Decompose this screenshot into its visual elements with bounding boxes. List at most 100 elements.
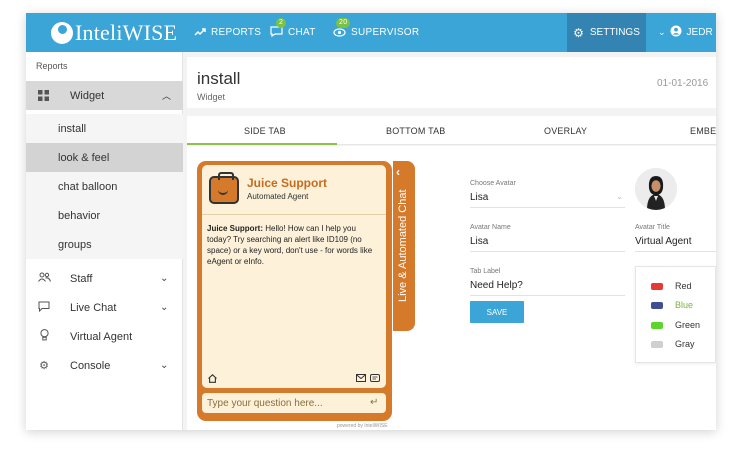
avatar-name-value: Lisa [470, 236, 489, 247]
email-icon[interactable] [356, 374, 366, 384]
avatar-name-input[interactable]: Lisa [470, 236, 625, 252]
sidebar-subitem-chat-balloon[interactable]: chat balloon [26, 172, 183, 201]
color-option-gray[interactable]: Gray [651, 337, 695, 351]
color-name: Green [675, 320, 701, 330]
widget-tabs: SIDE TAB BOTTOM TAB OVERLAY EMBE [187, 116, 716, 145]
sidebar-item-console[interactable]: ⚙ Console ⌄ [26, 351, 183, 380]
chevron-down-icon: ⌄ [160, 302, 169, 313]
nav-reports[interactable]: REPORTS [194, 13, 261, 52]
inteliwise-logo-icon [51, 22, 73, 44]
lightbulb-icon [38, 329, 50, 344]
enter-icon[interactable]: ↵ [370, 397, 378, 408]
people-icon [38, 272, 51, 285]
tab-bottom-tab[interactable]: BOTTOM TAB [386, 116, 446, 145]
avatar-title-value: Virtual Agent [635, 236, 692, 247]
chat-widget-preview: ‹ Live & Automated Chat Juice Support Au… [197, 161, 415, 429]
sidebar-subitem-label: chat balloon [58, 180, 118, 193]
date-display[interactable]: 01-01-2016 [657, 78, 708, 89]
color-swatch [651, 340, 663, 348]
briefcase-avatar-icon [209, 172, 239, 204]
top-bar: InteliWISE REPORTS 2 CHAT 20 SUPERVISOR … [26, 13, 716, 52]
sidebar-subitem-label: look & feel [58, 151, 110, 164]
sidebar-item-live-chat[interactable]: Live Chat ⌄ [26, 293, 183, 322]
brand-logo[interactable]: InteliWISE [51, 20, 177, 46]
avatar-title-input[interactable]: Virtual Agent [635, 236, 716, 252]
tab-overlay[interactable]: OVERLAY [544, 116, 587, 145]
sidebar-item-label: Widget [70, 89, 105, 102]
sidebar-item-label: Console [70, 359, 111, 372]
nav-supervisor-label: SUPERVISOR [351, 27, 420, 38]
sidebar-item-label: Live Chat [70, 301, 117, 314]
sidebar-section-title: Reports [36, 61, 68, 71]
sidebar-subitem-look-and-feel[interactable]: look & feel [26, 143, 183, 172]
chevron-down-icon: ⌄ [160, 360, 169, 371]
chat-question-input[interactable]: Type your question here... ↵ [202, 393, 386, 413]
sidebar-subitem-label: install [58, 122, 87, 135]
sidebar-item-label: Virtual Agent [70, 330, 133, 343]
color-option-blue[interactable]: Blue [651, 298, 693, 312]
chevron-left-icon: ‹ [396, 165, 400, 179]
gear-icon: ⚙ [573, 25, 584, 40]
page-title: install [197, 69, 241, 88]
color-name: Blue [675, 300, 694, 310]
choose-avatar-value: Lisa [470, 192, 489, 203]
sidebar-subitem-groups[interactable]: groups [26, 230, 183, 259]
chat-input-placeholder: Type your question here... [207, 397, 323, 409]
save-button[interactable]: SAVE [470, 301, 524, 323]
avatar-title-label: Avatar Title [635, 224, 670, 231]
chevron-up-icon: ︿ [162, 91, 172, 101]
chat-bubble-icon: 2 [270, 17, 287, 40]
chat-footer [207, 374, 382, 386]
brand-name: InteliWISE [75, 20, 178, 45]
sidebar: Reports Widget ︿ install look & feel cha… [26, 52, 183, 430]
tab-content: ‹ Live & Automated Chat Juice Support Au… [187, 146, 716, 430]
tab-label-value: Need Help? [470, 280, 523, 291]
page-header: install Widget 01-01-2016 [187, 57, 716, 108]
tab-label-label: Tab Label [470, 268, 501, 275]
color-swatch [651, 301, 663, 309]
nav-supervisor[interactable]: 20 SUPERVISOR [333, 13, 419, 52]
sidebar-item-virtual-agent[interactable]: Virtual Agent [26, 322, 183, 351]
powered-by: powered by InteliWISE [337, 423, 388, 429]
sidebar-subitem-behavior[interactable]: behavior [26, 201, 183, 230]
tab-side-tab[interactable]: SIDE TAB [244, 116, 286, 145]
color-options: Red Blue Green Gray [635, 266, 716, 363]
choose-avatar-select[interactable]: Lisa ⌄ [470, 192, 625, 208]
chat-message: Juice Support: Hello! How can I help you… [207, 223, 382, 267]
chat-count-badge: 2 [276, 17, 287, 28]
color-option-green[interactable]: Green [651, 318, 700, 332]
breadcrumb: Widget [197, 92, 226, 102]
user-icon [670, 25, 682, 40]
color-name: Gray [675, 339, 695, 349]
avatar-image[interactable] [635, 168, 677, 210]
nav-chat-label: CHAT [288, 27, 316, 38]
chat-icon[interactable] [370, 374, 380, 384]
sidebar-subitem-label: behavior [58, 209, 101, 222]
tab-label-input[interactable]: Need Help? [470, 280, 625, 296]
trend-chart-icon [194, 26, 206, 40]
sidebar-subitem-label: groups [58, 238, 92, 251]
chevron-down-icon: ⌄ [160, 273, 169, 284]
active-tab-indicator [187, 143, 337, 145]
chat-side-tab[interactable]: ‹ Live & Automated Chat [393, 161, 415, 331]
choose-avatar-label: Choose Avatar [470, 180, 516, 187]
color-option-red[interactable]: Red [651, 279, 692, 293]
chat-agent-name: Juice Support [247, 176, 328, 190]
chat-square-icon [38, 301, 50, 315]
nav-settings[interactable]: ⚙ SETTINGS [567, 13, 646, 52]
chevron-down-icon: ⌄ [616, 192, 623, 201]
user-menu[interactable]: ⌄ JEDR [658, 13, 713, 52]
home-icon[interactable] [208, 374, 217, 385]
sidebar-item-label: Staff [70, 272, 93, 285]
nav-reports-label: REPORTS [211, 27, 262, 38]
chat-agent-role: Automated Agent [247, 192, 309, 201]
tab-embed[interactable]: EMBE [690, 116, 716, 145]
nav-chat[interactable]: 2 CHAT [270, 13, 316, 52]
sidebar-subitem-install[interactable]: install [26, 114, 183, 143]
user-name: JEDR [686, 27, 713, 38]
color-name: Red [675, 281, 692, 291]
chat-panel: Juice Support Automated Agent Juice Supp… [202, 165, 386, 388]
chat-side-label: Live & Automated Chat [397, 189, 409, 303]
sidebar-item-widget[interactable]: Widget ︿ [26, 81, 183, 110]
sidebar-item-staff[interactable]: Staff ⌄ [26, 264, 183, 293]
